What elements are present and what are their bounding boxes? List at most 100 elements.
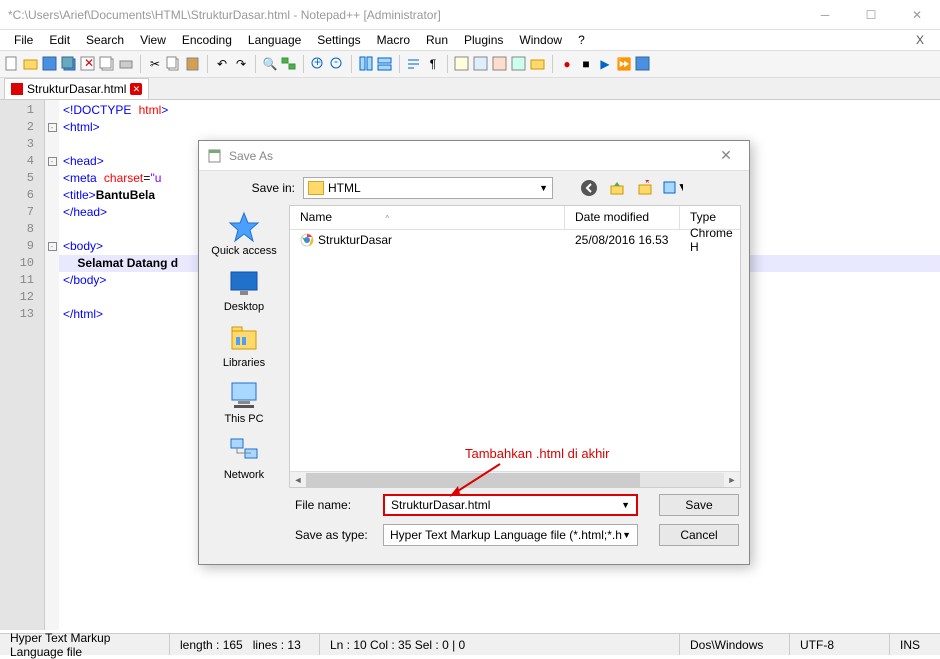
show-all-icon[interactable]: ¶: [425, 56, 441, 72]
annotation-text: Tambahkan .html di akhir: [465, 446, 610, 461]
status-filetype: Hyper Text Markup Language file: [0, 634, 170, 655]
new-icon[interactable]: [4, 56, 20, 72]
savein-label: Save in:: [239, 181, 295, 195]
menu-plugins[interactable]: Plugins: [456, 31, 511, 49]
place-quick-access[interactable]: Quick access: [211, 211, 276, 257]
dialog-toolbar: Save in: HTML ▼ * ▼: [199, 171, 749, 205]
filename-input[interactable]: StrukturDasar.html ▼: [383, 494, 638, 516]
status-eol: Dos\Windows: [680, 634, 790, 655]
folder-icon[interactable]: [530, 56, 546, 72]
sync-v-icon[interactable]: [358, 56, 374, 72]
zoom-in-icon[interactable]: +: [310, 56, 326, 72]
new-folder-icon[interactable]: *: [635, 178, 655, 198]
menu-x[interactable]: X: [916, 33, 934, 47]
savetype-label: Save as type:: [295, 528, 373, 542]
chevron-down-icon[interactable]: ▼: [622, 530, 631, 540]
file-date: 25/08/2016 16.53: [565, 233, 680, 247]
toolbar: ✕ ✂ ↶ ↷ 🔍 + - ¶ ● ■ ▶ ⏩: [0, 50, 940, 78]
replace-icon[interactable]: [281, 56, 297, 72]
place-libraries[interactable]: Libraries: [223, 323, 265, 369]
record-icon[interactable]: ●: [559, 56, 575, 72]
place-network[interactable]: Network: [224, 435, 264, 481]
minimize-button[interactable]: ─: [802, 0, 848, 30]
indent-guide-icon[interactable]: [454, 56, 470, 72]
menu-macro[interactable]: Macro: [369, 31, 418, 49]
play-icon[interactable]: ▶: [597, 56, 613, 72]
savein-value: HTML: [328, 181, 361, 195]
status-encoding: UTF-8: [790, 634, 890, 655]
file-name: StrukturDasar: [318, 233, 392, 247]
stop-icon[interactable]: ■: [578, 56, 594, 72]
close-all-icon[interactable]: [99, 56, 115, 72]
svg-text:+: +: [314, 56, 321, 69]
menu-help[interactable]: ?: [570, 31, 593, 49]
maximize-button[interactable]: ☐: [848, 0, 894, 30]
menu-bar: File Edit Search View Encoding Language …: [0, 30, 940, 50]
savetype-combo[interactable]: Hyper Text Markup Language file (*.html;…: [383, 524, 638, 546]
save-all-icon[interactable]: [61, 56, 77, 72]
col-date[interactable]: Date modified: [565, 206, 680, 229]
status-insert: INS: [890, 634, 940, 655]
line-gutter: 12345678910111213: [0, 100, 45, 630]
chevron-down-icon[interactable]: ▼: [621, 500, 630, 510]
print-icon[interactable]: [118, 56, 134, 72]
file-list-header: Name ^ Date modified Type: [290, 206, 740, 230]
tab-strukturdasar[interactable]: StrukturDasar.html ✕: [4, 78, 149, 99]
window-titlebar: *C:\Users\Arief\Documents\HTML\StrukturD…: [0, 0, 940, 30]
menu-settings[interactable]: Settings: [309, 31, 368, 49]
menu-file[interactable]: File: [6, 31, 41, 49]
menu-edit[interactable]: Edit: [41, 31, 78, 49]
wrap-icon[interactable]: [406, 56, 422, 72]
save-button[interactable]: Save: [659, 494, 739, 516]
menu-language[interactable]: Language: [240, 31, 309, 49]
open-icon[interactable]: [23, 56, 39, 72]
save-macro-icon[interactable]: [635, 56, 651, 72]
back-icon[interactable]: [579, 178, 599, 198]
folder-icon: [308, 181, 324, 195]
col-name[interactable]: Name ^: [290, 206, 565, 229]
sync-h-icon[interactable]: [377, 56, 393, 72]
svg-text:*: *: [645, 180, 650, 190]
status-bar: Hyper Text Markup Language file length :…: [0, 633, 940, 655]
redo-icon[interactable]: ↷: [233, 56, 249, 72]
undo-icon[interactable]: ↶: [214, 56, 230, 72]
view-menu-icon[interactable]: ▼: [663, 178, 683, 198]
status-position: Ln : 10 Col : 35 Sel : 0 | 0: [320, 634, 680, 655]
fold-column: ---: [45, 100, 59, 630]
func-list-icon[interactable]: [511, 56, 527, 72]
file-row[interactable]: StrukturDasar 25/08/2016 16.53 Chrome H: [290, 230, 740, 250]
tab-label: StrukturDasar.html: [27, 82, 126, 96]
tab-bar: StrukturDasar.html ✕: [0, 78, 940, 100]
cut-icon[interactable]: ✂: [147, 56, 163, 72]
close-tab-icon[interactable]: ✕: [80, 56, 96, 72]
menu-view[interactable]: View: [132, 31, 174, 49]
menu-encoding[interactable]: Encoding: [174, 31, 240, 49]
dialog-close-button[interactable]: ✕: [711, 147, 741, 164]
up-icon[interactable]: [607, 178, 627, 198]
status-lines: lines : 13: [253, 638, 301, 652]
zoom-out-icon[interactable]: -: [329, 56, 345, 72]
doc-map-icon[interactable]: [492, 56, 508, 72]
lang-icon[interactable]: [473, 56, 489, 72]
savein-combo[interactable]: HTML ▼: [303, 177, 553, 199]
find-icon[interactable]: 🔍: [262, 56, 278, 72]
paste-icon[interactable]: [185, 56, 201, 72]
fast-play-icon[interactable]: ⏩: [616, 56, 632, 72]
cancel-button[interactable]: Cancel: [659, 524, 739, 546]
tab-close-icon[interactable]: ✕: [130, 83, 142, 95]
menu-run[interactable]: Run: [418, 31, 456, 49]
dialog-title: Save As: [229, 149, 711, 163]
file-type: Chrome H: [680, 226, 740, 254]
menu-window[interactable]: Window: [511, 31, 570, 49]
window-title: *C:\Users\Arief\Documents\HTML\StrukturD…: [8, 8, 802, 22]
savetype-value: Hyper Text Markup Language file (*.html;…: [390, 528, 622, 542]
place-this-pc[interactable]: This PC: [224, 379, 263, 425]
save-icon[interactable]: [42, 56, 58, 72]
menu-search[interactable]: Search: [78, 31, 132, 49]
close-button[interactable]: ✕: [894, 0, 940, 30]
annotation-arrow: [440, 462, 510, 502]
copy-icon[interactable]: [166, 56, 182, 72]
horizontal-scrollbar[interactable]: ◄►: [290, 471, 740, 487]
svg-text:✕: ✕: [84, 56, 94, 70]
place-desktop[interactable]: Desktop: [224, 267, 264, 313]
